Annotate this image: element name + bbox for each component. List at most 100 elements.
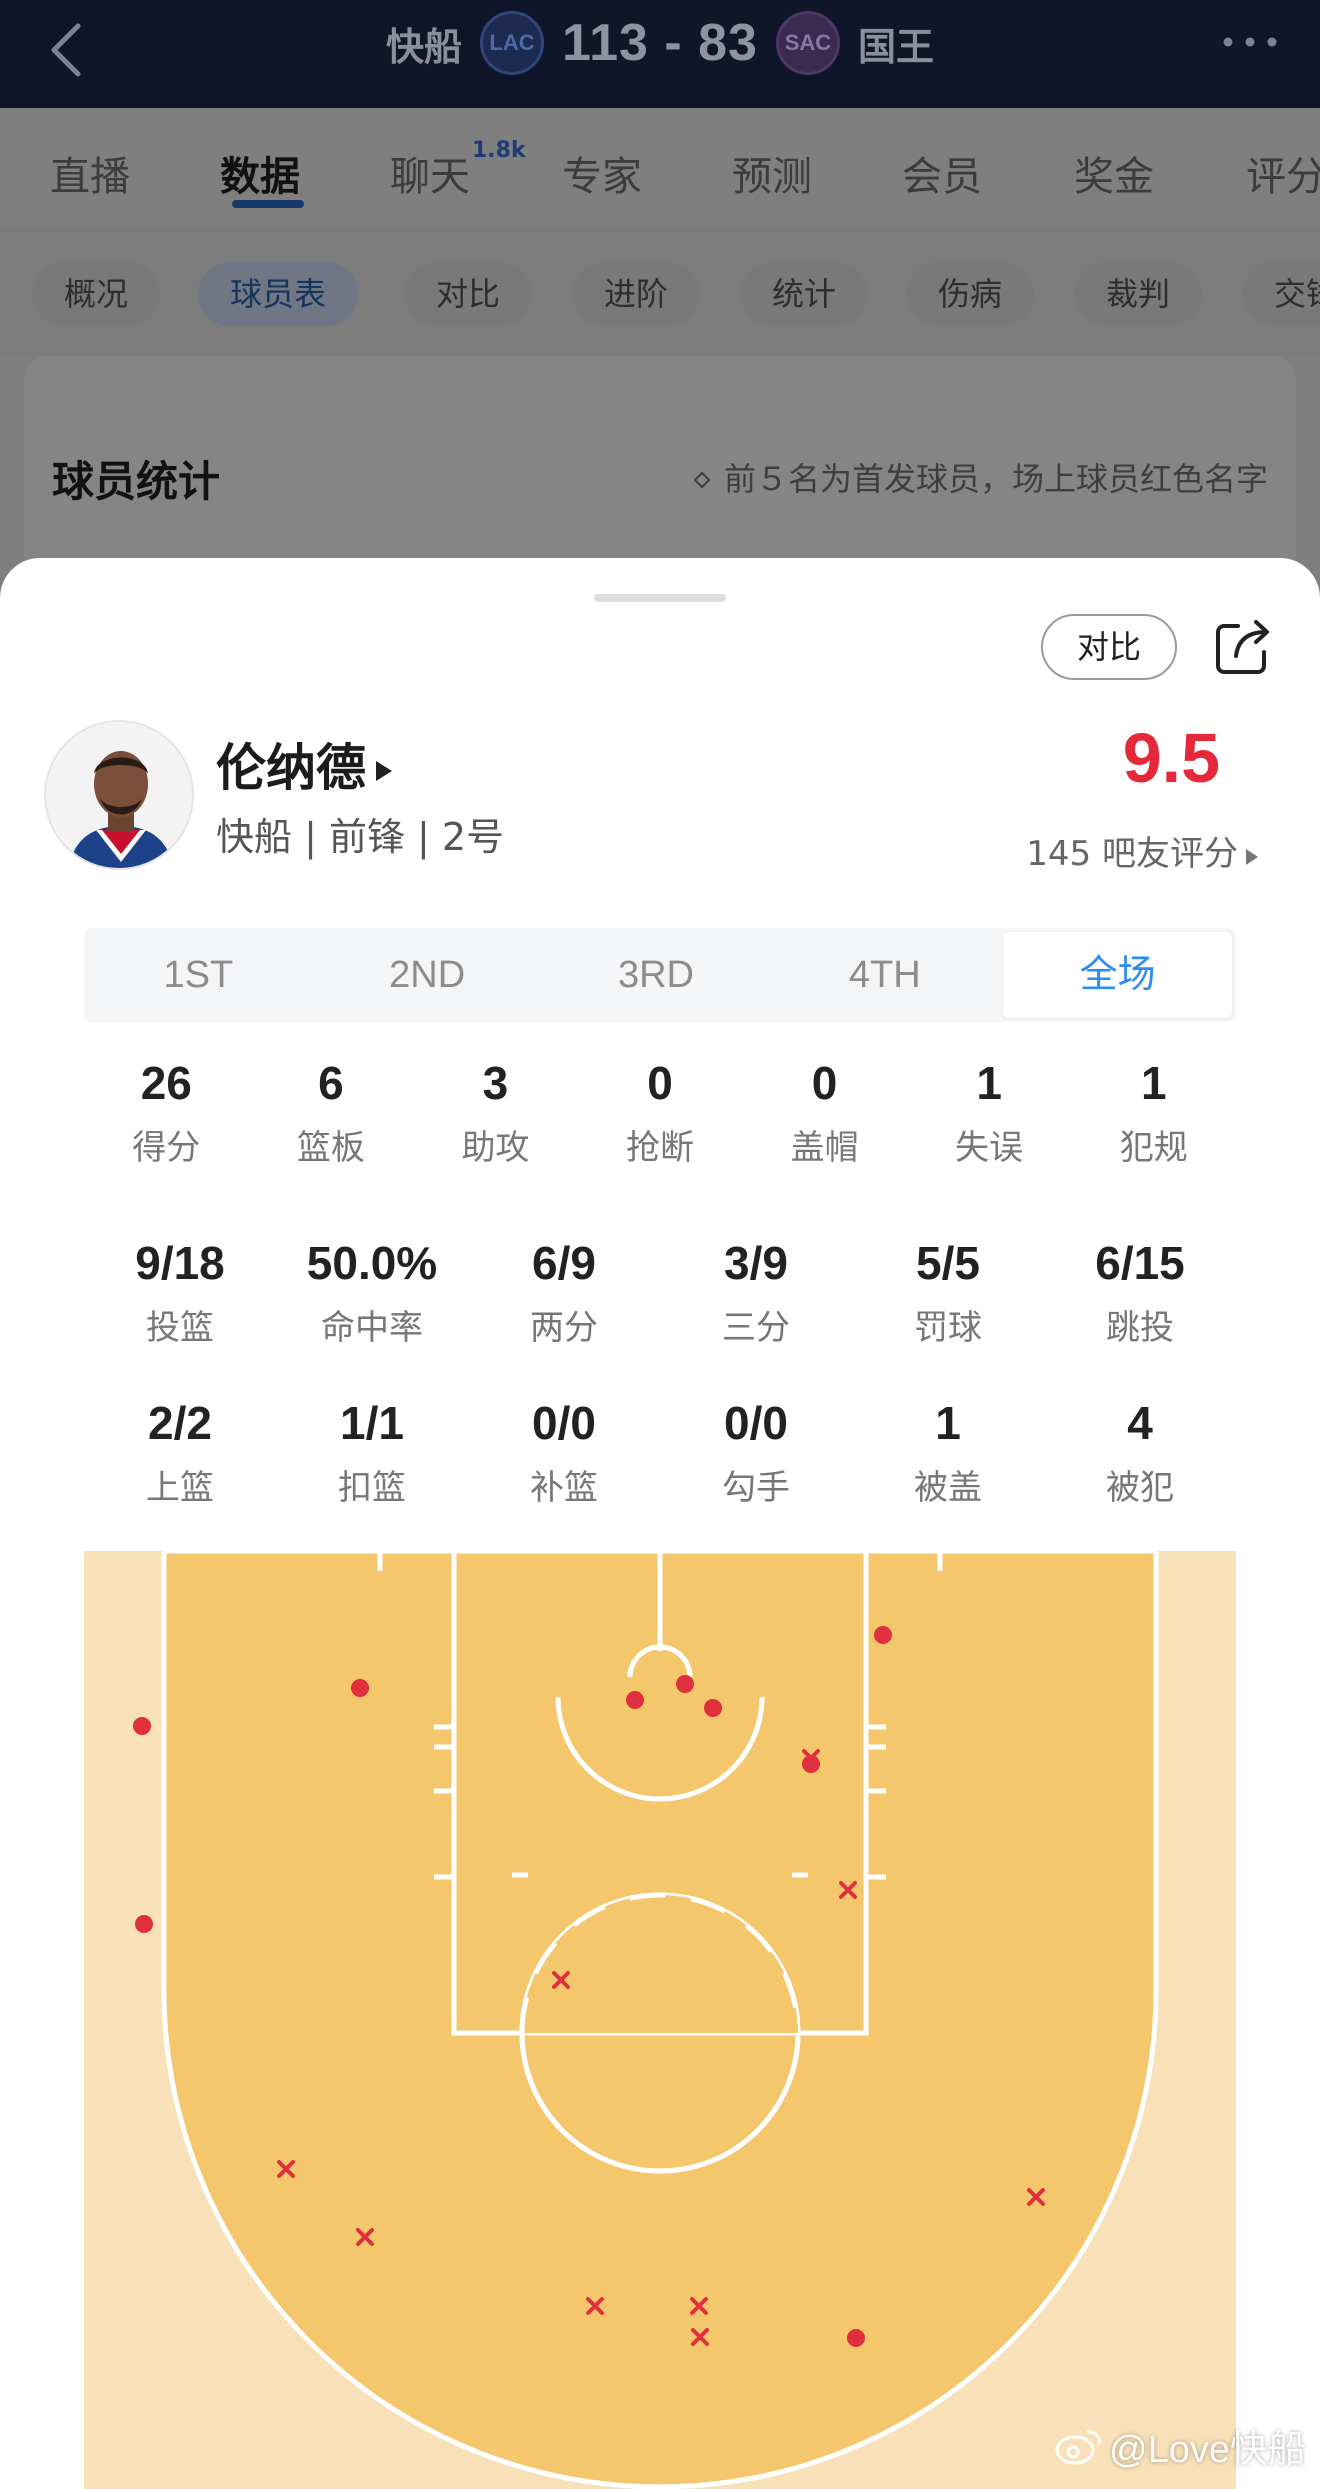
weibo-icon	[1055, 2429, 1101, 2464]
stat-jumpshot: 6/15 跳投	[1044, 1236, 1236, 1349]
player-name[interactable]: 伦纳德	[216, 728, 392, 800]
stat-value: 0/0	[532, 1397, 596, 1449]
stat-value: 1	[976, 1057, 1002, 1109]
made-shot-marker	[704, 1699, 722, 1717]
stat-steals: 0 抢断	[578, 1056, 743, 1169]
stat-label: 勾手	[722, 1468, 790, 1508]
stat-value: 2/2	[148, 1397, 212, 1449]
chat-count-badge: 1.8k	[472, 138, 526, 163]
caret-right-icon	[376, 761, 392, 781]
subtab-referees[interactable]: 裁判	[1074, 262, 1203, 326]
stat-label: 两分	[530, 1308, 598, 1348]
away-team-name[interactable]: 国王	[858, 16, 934, 71]
stat-value: 0	[647, 1057, 673, 1109]
active-tab-underline	[232, 200, 304, 208]
stat-value: 5/5	[916, 1237, 980, 1289]
main-tab-bar: 直播 数据 聊天1.8k 专家 预测 会员 奖金 评分	[0, 108, 1320, 226]
tab-live[interactable]: 直播	[50, 144, 130, 202]
stat-assists: 3 助攻	[413, 1056, 578, 1169]
stat-hook: 0/0 勾手	[660, 1396, 852, 1509]
subtab-overview[interactable]: 概况	[32, 262, 161, 326]
fan-rating-count[interactable]: 145 吧友评分	[1026, 826, 1258, 875]
player-avatar[interactable]	[44, 720, 194, 870]
compare-button[interactable]: 对比	[1041, 614, 1177, 680]
home-team-name[interactable]: 快船	[386, 16, 462, 71]
home-team-logo[interactable]: LAC	[480, 11, 545, 75]
tab-predict[interactable]: 预测	[732, 144, 812, 202]
subtab-advanced[interactable]: 进阶	[572, 262, 701, 326]
share-icon[interactable]	[1212, 616, 1274, 678]
stat-label: 被犯	[1106, 1468, 1174, 1508]
tab-experts[interactable]: 专家	[562, 144, 642, 202]
stat-value: 4	[1127, 1397, 1153, 1449]
made-shot-marker	[676, 1675, 694, 1693]
watermark-text: @Love快船	[1109, 2429, 1306, 2471]
stat-fg: 9/18 投篮	[84, 1236, 276, 1349]
stat-label: 三分	[722, 1308, 790, 1348]
stat-label: 投篮	[146, 1308, 214, 1348]
player-name-text: 伦纳德	[216, 739, 366, 797]
stat-dunk: 1/1 扣篮	[276, 1396, 468, 1509]
stat-label: 命中率	[321, 1308, 423, 1348]
scoreboard: 快船 LAC 113 - 83 SAC 国王	[0, 0, 1320, 86]
period-tab-4th[interactable]: 4TH	[770, 928, 999, 1022]
player-stats-title: 球员统计	[52, 457, 221, 506]
subtab-head-to-head[interactable]: 交锋	[1242, 262, 1320, 326]
subtab-statistics[interactable]: 统计	[740, 262, 869, 326]
subtab-injuries[interactable]: 伤病	[906, 262, 1035, 326]
stat-value: 3/9	[724, 1237, 788, 1289]
stat-turnovers: 1 失误	[907, 1056, 1072, 1169]
stat-value: 26	[140, 1057, 192, 1109]
stat-label: 助攻	[461, 1128, 530, 1168]
period-tab-full-game[interactable]: 全场	[1003, 932, 1232, 1018]
tab-chat-label: 聊天	[390, 154, 470, 200]
shooting-stats-row: 9/18 投篮 50.0% 命中率 6/9 两分 3/9 三分 5/5 罚球 6/15 跳投	[84, 1236, 1236, 1349]
player-meta: 快船 | 前锋 | 2号	[216, 815, 505, 859]
stat-label: 篮板	[296, 1128, 365, 1168]
stat-fouled: 4 被犯	[1044, 1396, 1236, 1509]
stat-value: 6/15	[1095, 1237, 1185, 1289]
stat-blocks: 0 盖帽	[742, 1056, 907, 1169]
starters-note-text: 前５名为首发球员，场上球员红色名字	[723, 460, 1268, 498]
made-shot-marker	[874, 1626, 892, 1644]
stat-label: 失误	[955, 1128, 1024, 1168]
player-rating: 9.5	[1122, 719, 1220, 797]
stat-rebounds: 6 篮板	[249, 1056, 414, 1169]
stat-label: 上篮	[146, 1468, 214, 1508]
stat-layup: 2/2 上篮	[84, 1396, 276, 1509]
stat-value: 0	[811, 1057, 838, 1109]
more-options-icon[interactable]	[1220, 32, 1280, 52]
stat-value: 9/18	[135, 1237, 225, 1289]
subtab-compare[interactable]: 对比	[404, 262, 533, 326]
stat-label: 补篮	[530, 1468, 598, 1508]
stat-2pt: 6/9 两分	[468, 1236, 660, 1349]
period-tab-1st[interactable]: 1ST	[84, 928, 313, 1022]
stat-value: 3	[482, 1057, 509, 1109]
stat-fouls: 1 犯规	[1071, 1056, 1236, 1169]
watermark: @Love快船	[1055, 2418, 1306, 2473]
tab-rating[interactable]: 评分	[1246, 144, 1320, 202]
subtab-player-table[interactable]: 球员表	[198, 262, 359, 326]
tab-data[interactable]: 数据	[220, 144, 300, 202]
player-detail-sheet: 对比 伦纳德 快船 | 前锋 | 2号 9.5 145 吧友评分 1ST 2ND…	[0, 558, 1320, 2489]
stat-value: 50.0%	[306, 1237, 438, 1289]
away-team-logo[interactable]: SAC	[775, 11, 840, 75]
sheet-drag-handle[interactable]	[594, 594, 726, 602]
made-shot-marker	[626, 1691, 644, 1709]
stat-label: 盖帽	[790, 1128, 859, 1168]
caret-right-icon	[1246, 849, 1258, 865]
stat-label: 跳投	[1106, 1308, 1174, 1348]
tab-chat[interactable]: 聊天1.8k	[390, 138, 526, 202]
score-header: 快船 LAC 113 - 83 SAC 国王	[0, 0, 1320, 108]
tab-prize[interactable]: 奖金	[1074, 144, 1154, 202]
stat-label: 犯规	[1119, 1128, 1188, 1168]
shot-chart	[84, 1544, 1236, 2489]
period-tab-3rd[interactable]: 3RD	[542, 928, 771, 1022]
diamond-icon	[693, 471, 711, 489]
period-tab-2nd[interactable]: 2ND	[313, 928, 542, 1022]
stat-label: 得分	[132, 1128, 201, 1168]
stat-value: 1/1	[340, 1397, 404, 1449]
stat-label: 抢断	[626, 1128, 695, 1168]
made-shot-marker	[351, 1679, 369, 1697]
tab-member[interactable]: 会员	[902, 144, 982, 202]
